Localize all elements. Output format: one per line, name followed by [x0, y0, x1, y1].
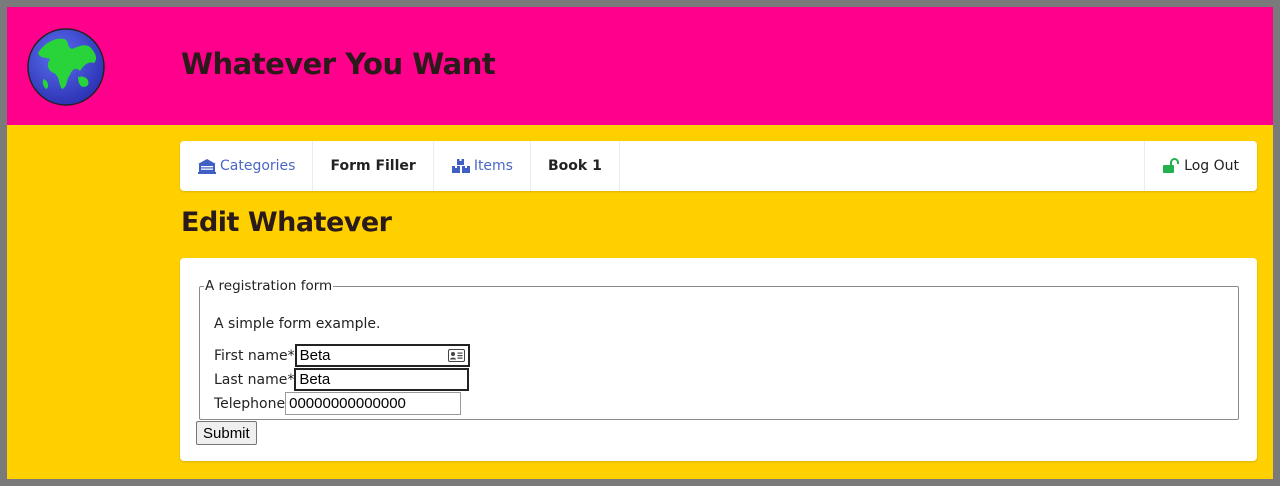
- first-name-label: First name*: [214, 347, 295, 364]
- telephone-label: Telephone: [214, 395, 286, 412]
- nav-item-label: Book 1: [547, 158, 602, 174]
- last-name-row: Last name*: [214, 368, 470, 391]
- nav-item-label: Form Filler: [330, 158, 416, 174]
- main-navbar: Categories Form Filler Items Book 1 Log …: [180, 141, 1257, 191]
- telephone-field[interactable]: [285, 392, 462, 415]
- nav-item-categories[interactable]: Categories: [180, 141, 314, 191]
- nav-item-label: Items: [473, 158, 513, 174]
- contact-card-icon[interactable]: [447, 349, 465, 362]
- site-title: Whatever You Want: [181, 47, 496, 81]
- nav-item-form-filler[interactable]: Form Filler: [313, 141, 434, 191]
- form-card: A registration form A simple form exampl…: [180, 258, 1257, 461]
- form-description: A simple form example.: [214, 316, 381, 332]
- site-header: Whatever You Want: [7, 7, 1273, 125]
- nav-item-book-1[interactable]: Book 1: [531, 141, 620, 191]
- building-icon: [198, 159, 216, 174]
- globe-icon[interactable]: [26, 27, 106, 107]
- nav-item-items[interactable]: Items: [434, 141, 531, 191]
- submit-button[interactable]: Submit: [196, 421, 257, 445]
- registration-fieldset: A registration form A simple form exampl…: [199, 278, 1239, 420]
- app-frame: Whatever You Want Categories Form Filler: [7, 7, 1273, 479]
- last-name-field[interactable]: [294, 368, 470, 391]
- last-name-label: Last name*: [214, 371, 295, 388]
- logout-label: Log Out: [1184, 158, 1239, 174]
- first-name-field[interactable]: [294, 344, 470, 367]
- nav-item-label: Categories: [220, 158, 296, 174]
- fieldset-legend: A registration form: [205, 278, 333, 294]
- first-name-wrap: [294, 344, 470, 367]
- boxes-icon: [451, 159, 470, 173]
- unlock-icon: [1163, 158, 1180, 173]
- page-title: Edit Whatever: [181, 207, 392, 238]
- logout-button[interactable]: Log Out: [1144, 141, 1257, 191]
- first-name-row: First name*: [214, 344, 470, 367]
- telephone-row: Telephone: [214, 392, 462, 415]
